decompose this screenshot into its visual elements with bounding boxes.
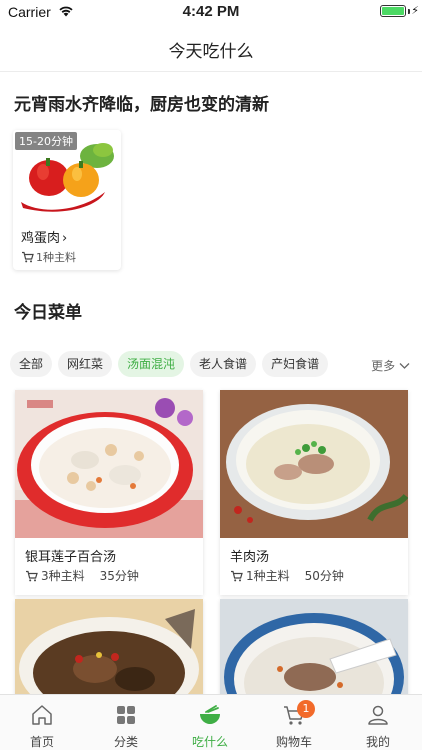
- tab-cart[interactable]: 1 购物车: [252, 695, 336, 750]
- cook-time: 35分钟: [99, 569, 139, 583]
- cart-badge: 1: [297, 700, 315, 718]
- nav-bar: 今天吃什么: [0, 24, 422, 72]
- home-icon: [32, 705, 52, 725]
- recipe-image: [220, 599, 408, 699]
- recipe-card[interactable]: [220, 599, 408, 699]
- category-chips: 全部 网红菜 汤面混沌 老人食谱 产妇食谱: [10, 351, 422, 377]
- chip-all[interactable]: 全部: [10, 351, 53, 377]
- recipe-meta: 1种主料 50分钟: [230, 567, 344, 584]
- bowl-icon: [200, 705, 220, 724]
- grid-icon: [117, 706, 135, 724]
- more-label: 更多: [371, 359, 396, 373]
- chip-trending[interactable]: 网红菜: [58, 351, 113, 377]
- tab-mine[interactable]: 我的: [336, 695, 420, 750]
- status-bar: Carrier 4:42 PM ⚡: [0, 0, 422, 24]
- featured-recipe-name: 鸡蛋肉 ›: [21, 227, 67, 246]
- recipe-card[interactable]: 银耳莲子百合汤 3种主料 35分钟: [15, 390, 203, 595]
- recipe-image: [220, 390, 408, 538]
- battery-icon: [380, 5, 406, 17]
- featured-recipe-meta: 1种主料: [21, 249, 76, 265]
- ingredients-count: 1种主料: [246, 569, 290, 583]
- featured-ingredients-count: 1种主料: [36, 251, 76, 264]
- cart-icon: [26, 570, 38, 581]
- recipe-name: 银耳莲子百合汤: [25, 550, 117, 565]
- recipe-card[interactable]: [15, 599, 203, 699]
- cook-time: 50分钟: [304, 569, 344, 583]
- tab-label: 分类: [113, 735, 138, 749]
- more-categories-button[interactable]: 更多: [367, 357, 410, 374]
- tab-label: 吃什么: [191, 735, 228, 749]
- tab-category[interactable]: 分类: [84, 695, 168, 750]
- featured-recipe-image: 15-20分钟: [13, 130, 121, 218]
- today-menu-title: 今日菜单: [14, 303, 82, 323]
- user-icon: [368, 705, 388, 725]
- featured-recipe-card[interactable]: 15-20分钟 鸡蛋肉 › 1种主料: [13, 130, 121, 270]
- featured-title: 元宵雨水齐降临，厨房也变的清新: [14, 95, 269, 115]
- cart-icon: [22, 251, 34, 263]
- ingredients-count: 3种主料: [41, 569, 85, 583]
- chevron-down-icon: [399, 363, 410, 369]
- page-title: 今天吃什么: [168, 42, 254, 62]
- chip-soup-noodle[interactable]: 汤面混沌: [118, 351, 185, 377]
- cook-time-tag: 15-20分钟: [15, 132, 77, 150]
- tab-what-to-eat[interactable]: 吃什么: [168, 695, 252, 750]
- tab-bar: 首页 分类 吃什么 1 购物车 我的: [0, 694, 422, 750]
- chip-elderly[interactable]: 老人食谱: [190, 351, 257, 377]
- recipe-card[interactable]: 羊肉汤 1种主料 50分钟: [220, 390, 408, 595]
- featured-recipe-name-text: 鸡蛋肉: [21, 231, 61, 246]
- charging-icon: ⚡: [411, 4, 419, 17]
- recipe-image: [15, 599, 203, 699]
- tab-label: 首页: [29, 735, 54, 749]
- recipe-meta: 3种主料 35分钟: [25, 567, 139, 584]
- cart-icon: [231, 570, 243, 581]
- chevron-right-icon: ›: [62, 231, 68, 246]
- tab-label: 购物车: [275, 735, 312, 749]
- tab-home[interactable]: 首页: [0, 695, 84, 750]
- clock: 4:42 PM: [182, 3, 240, 20]
- recipe-name: 羊肉汤: [230, 550, 270, 565]
- recipe-image: [15, 390, 203, 538]
- chip-maternal[interactable]: 产妇食谱: [262, 351, 329, 377]
- tab-label: 我的: [365, 735, 390, 749]
